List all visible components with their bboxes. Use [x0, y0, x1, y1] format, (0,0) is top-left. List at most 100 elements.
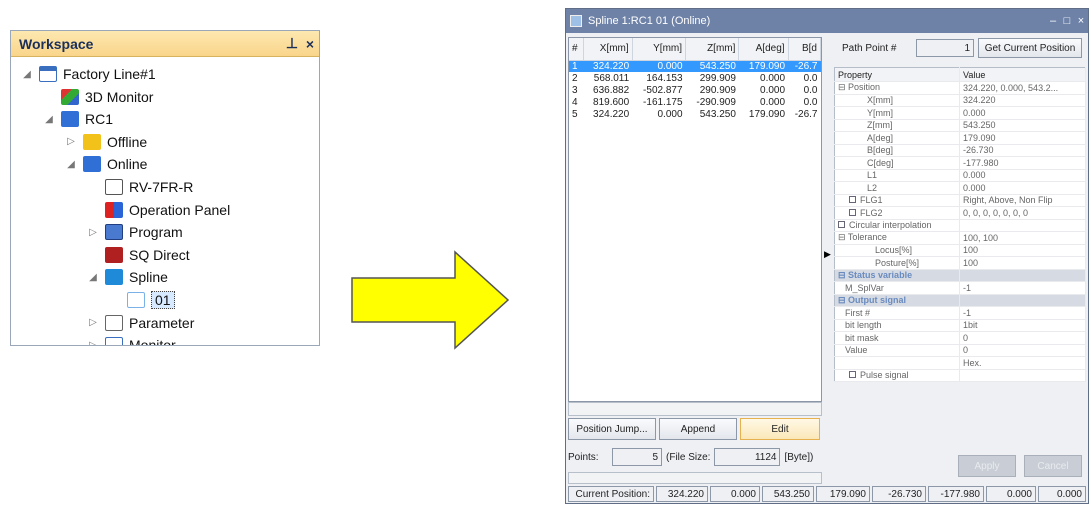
property-row[interactable]: First # -1	[834, 306, 1086, 320]
property-label: Pulse signal	[860, 370, 909, 381]
append-button[interactable]: Append	[659, 418, 737, 440]
table-row[interactable]: 1 324.220 0.000 543.250 179.090 -26.7	[569, 60, 821, 72]
table-cell: 179.090	[738, 60, 789, 72]
tree-item-program[interactable]: ▷ Program	[87, 221, 183, 243]
property-row[interactable]: X[mm] 324.220	[834, 94, 1086, 107]
table-row[interactable]: 2 568.011 164.153 299.909 0.000 0.0	[569, 72, 821, 84]
property-row[interactable]: FLG2 0, 0, 0, 0, 0, 0, 0	[834, 206, 1086, 220]
property-row[interactable]: Hex.	[834, 356, 1086, 370]
property-row[interactable]: ⊟ Output signal	[834, 294, 1086, 307]
property-row[interactable]: bit mask 0	[834, 331, 1086, 345]
column-header[interactable]: Z[mm]	[685, 38, 740, 61]
table-cell: -26.7	[794, 108, 818, 120]
expander-icon[interactable]: ◢	[87, 272, 99, 283]
value-column-header: Value	[959, 67, 1086, 82]
tree-item-rv-7fr-r[interactable]: RV-7FR-R	[87, 176, 193, 198]
position-jump-button[interactable]: Position Jump...	[568, 418, 656, 440]
current-position-value: -177.980	[928, 486, 984, 502]
checkbox[interactable]	[849, 371, 856, 379]
expander-icon[interactable]: ▷	[87, 340, 99, 345]
expander-icon[interactable]: ▷	[65, 136, 77, 147]
robot-model-icon	[105, 179, 123, 195]
expand-box-icon[interactable]	[849, 196, 856, 204]
property-row[interactable]: A[deg] 179.090	[834, 131, 1086, 145]
expander-icon[interactable]: ▷	[87, 227, 99, 238]
property-name: X[mm]	[834, 94, 960, 107]
property-value: -26.730	[959, 144, 1086, 157]
property-row[interactable]: Z[mm] 543.250	[834, 119, 1086, 132]
tree-item-label: RV-7FR-R	[129, 179, 194, 195]
table-cell: 819.600	[593, 96, 630, 108]
apply-button[interactable]: Apply	[958, 455, 1016, 477]
property-row[interactable]: bit length 1bit	[834, 319, 1086, 332]
property-label: M_SplVar	[845, 282, 884, 293]
info-hscrollbar[interactable]	[568, 472, 822, 484]
tree-item-online[interactable]: ◢ Online	[65, 153, 147, 175]
path-point-label: Path Point #	[842, 42, 897, 54]
property-row[interactable]: C[deg] -177.980	[834, 156, 1086, 170]
file-size-unit: [Byte])	[784, 451, 814, 463]
online-icon	[83, 156, 101, 173]
file-size-label: (File Size:	[666, 451, 711, 463]
tree-item-01[interactable]: 01	[109, 289, 175, 311]
column-header[interactable]: #	[569, 38, 584, 61]
tree-item-sq-direct[interactable]: SQ Direct	[87, 244, 190, 266]
property-row[interactable]: Pulse signal	[834, 369, 1086, 382]
path-point-field[interactable]: 1	[916, 39, 974, 57]
property-row[interactable]: FLG1 Right, Above, Non Flip	[834, 194, 1086, 207]
expander-icon[interactable]: ◢	[21, 69, 33, 80]
tree-item-spline[interactable]: ◢ Spline	[87, 266, 168, 288]
expand-box-icon[interactable]	[849, 208, 856, 216]
tree-item-label: Parameter	[129, 314, 195, 331]
property-row[interactable]: ⊟ Tolerance 100, 100	[834, 231, 1086, 245]
column-header[interactable]: X[mm]	[583, 38, 633, 61]
table-row[interactable]: 5 324.220 0.000 543.250 179.090 -26.7	[569, 108, 821, 120]
get-current-position-button[interactable]: Get Current Position	[978, 38, 1082, 58]
property-row[interactable]: Posture[%] 100	[834, 256, 1086, 270]
tree-item-label: Online	[107, 156, 148, 173]
table-cell: 0.0	[803, 84, 818, 96]
property-row[interactable]: Locus[%] 100	[834, 244, 1086, 257]
table-cell: 568.011	[593, 72, 630, 84]
cancel-button[interactable]: Cancel	[1024, 455, 1082, 477]
edit-button[interactable]: Edit	[740, 418, 820, 440]
tree-item-label: Spline	[129, 269, 168, 286]
property-row[interactable]: ⊟ Position 324.220, 0.000, 543.2...	[834, 81, 1086, 95]
property-row[interactable]: L1 0.000	[834, 169, 1086, 182]
property-name: Posture[%]	[834, 256, 960, 270]
tree-item-rc1[interactable]: ◢ RC1	[43, 108, 113, 130]
expander-icon[interactable]: ◢	[43, 114, 55, 125]
table-row[interactable]: 3 636.882 -502.877 290.909 0.000 0.0	[569, 84, 821, 96]
property-row[interactable]: ⊟ Status variable	[834, 269, 1086, 282]
tree-item-factory-line-1[interactable]: ◢ Factory Line#1	[21, 63, 156, 85]
property-row[interactable]: B[deg] -26.730	[834, 144, 1086, 157]
splitter-arrow-icon[interactable]: ▶	[824, 249, 831, 259]
property-row[interactable]: L2 0.000	[834, 181, 1086, 195]
column-header[interactable]: Y[mm]	[632, 38, 687, 61]
minimize-icon[interactable]: –	[1046, 15, 1060, 27]
checkbox[interactable]	[838, 221, 845, 229]
3d-monitor-icon	[61, 88, 79, 105]
tree-item-label: SQ Direct	[129, 246, 190, 263]
property-row[interactable]: Y[mm] 0.000	[834, 106, 1086, 120]
tree-item-3d-monitor[interactable]: 3D Monitor	[43, 86, 153, 108]
expander-icon[interactable]: ▷	[87, 317, 99, 328]
tree-item-monitor[interactable]: ▷ Monitor	[87, 334, 176, 345]
table-row[interactable]: 4 819.600 -161.175 -290.909 0.000 0.0	[569, 96, 821, 108]
property-row[interactable]: Circular interpolation	[834, 219, 1086, 232]
property-row[interactable]: M_SplVar -1	[834, 281, 1086, 295]
tree-item-operation-panel[interactable]: Operation Panel	[87, 199, 230, 221]
pin-icon[interactable]: ⊥	[283, 35, 301, 52]
column-header[interactable]: A[deg]	[738, 38, 789, 61]
tree-item-offline[interactable]: ▷ Offline	[65, 131, 147, 153]
window-close-icon[interactable]: ×	[1074, 15, 1088, 27]
property-grid: Property Value ⊟ Position 324.220, 0.000, 5…	[834, 67, 1086, 382]
expander-icon[interactable]: ◢	[65, 159, 77, 170]
tree-item-parameter[interactable]: ▷ Parameter	[87, 312, 194, 334]
close-icon[interactable]: ×	[301, 36, 319, 52]
maximize-icon[interactable]: □	[1060, 15, 1074, 27]
current-position-value: 324.220	[656, 486, 708, 502]
points-hscrollbar[interactable]	[568, 402, 822, 416]
column-header[interactable]: B[d	[788, 38, 822, 61]
property-row[interactable]: Value 0	[834, 344, 1086, 357]
